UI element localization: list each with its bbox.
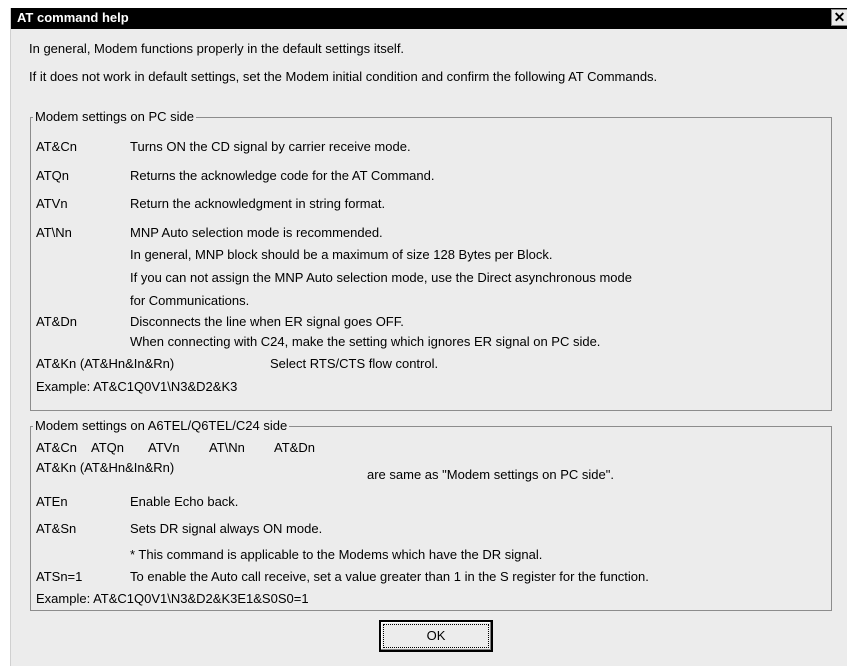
pc-desc-6: for Communications.: [130, 293, 250, 308]
ok-button-label: OK: [383, 624, 489, 648]
pc-cmd-7: AT&Dn: [36, 314, 77, 329]
intro-line-1: In general, Modem functions properly in …: [29, 41, 405, 56]
c24-desc-sn: Sets DR signal always ON mode.: [130, 521, 323, 536]
c24-cmd-sn1: ATSn=1: [36, 569, 83, 584]
pc-desc-3: MNP Auto selection mode is recommended.: [130, 225, 383, 240]
pc-settings-legend: Modem settings on PC side: [33, 109, 196, 125]
c24-cmd-vn: ATVn: [148, 440, 180, 455]
c24-same-note: are same as "Modem settings on PC side".: [367, 467, 614, 482]
pc-cmd-3: AT\Nn: [36, 225, 72, 240]
intro-line-2: If it does not work in default settings,…: [29, 69, 658, 84]
pc-cmd-1: ATQn: [36, 168, 69, 183]
pc-cmd-0: AT&Cn: [36, 139, 77, 154]
pc-desc-0: Turns ON the CD signal by carrier receiv…: [130, 139, 411, 154]
at-command-help-dialog: AT command help ✕ In general, Modem func…: [10, 8, 847, 666]
ok-button[interactable]: OK: [379, 620, 493, 652]
c24-example: Example: AT&C1Q0V1\N3&D2&K3E1&S0S0=1: [36, 591, 309, 606]
c24-settings-legend: Modem settings on A6TEL/Q6TEL/C24 side: [33, 418, 290, 434]
pc-cmd-2: ATVn: [36, 196, 68, 211]
pc-kn-cmd: AT&Kn (AT&Hn&In&Rn): [36, 356, 175, 371]
c24-kn-cmd: AT&Kn (AT&Hn&In&Rn): [36, 460, 175, 475]
title-bar: AT command help ✕: [11, 8, 847, 29]
pc-desc-1: Returns the acknowledge code for the AT …: [130, 168, 435, 183]
pc-desc-2: Return the acknowledgment in string form…: [130, 196, 386, 211]
pc-desc-7: Disconnects the line when ER signal goes…: [130, 314, 404, 329]
c24-cmd-sn: AT&Sn: [36, 521, 77, 536]
c24-cmd-cn: AT&Cn: [36, 440, 77, 455]
pc-example: Example: AT&C1Q0V1\N3&D2&K3: [36, 379, 238, 394]
c24-cmd-dn: AT&Dn: [274, 440, 315, 455]
close-button[interactable]: ✕: [831, 9, 847, 26]
pc-desc-8: When connecting with C24, make the setti…: [130, 334, 601, 349]
pc-desc-5: If you can not assign the MNP Auto selec…: [130, 270, 632, 285]
c24-cmd-qn: ATQn: [91, 440, 124, 455]
c24-cmd-nn: AT\Nn: [209, 440, 245, 455]
c24-desc-en: Enable Echo back.: [130, 494, 239, 509]
pc-kn-desc: Select RTS/CTS flow control.: [270, 356, 439, 371]
close-icon: ✕: [833, 9, 846, 25]
pc-desc-4: In general, MNP block should be a maximu…: [130, 247, 553, 262]
c24-desc-dr-note: * This command is applicable to the Mode…: [130, 547, 543, 562]
c24-cmd-en: ATEn: [36, 494, 68, 509]
dialog-title: AT command help: [17, 10, 129, 25]
c24-desc-sn1: To enable the Auto call receive, set a v…: [130, 569, 649, 584]
